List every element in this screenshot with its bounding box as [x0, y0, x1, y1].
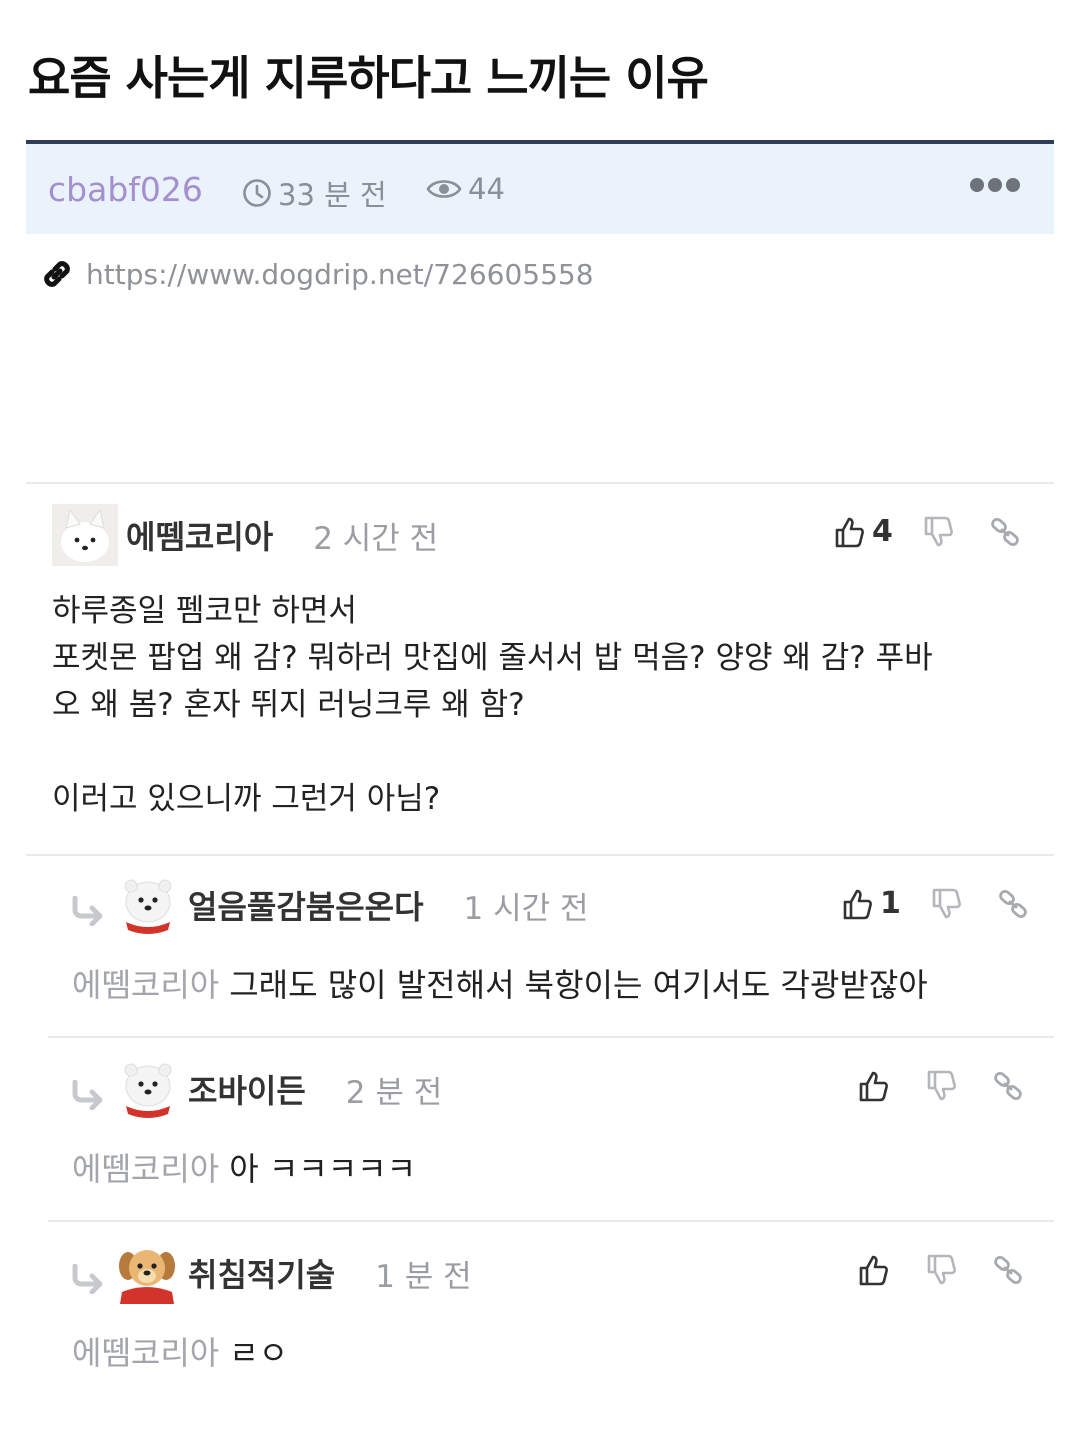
like-count: 1 — [880, 886, 901, 921]
thumbs-down-icon[interactable] — [923, 516, 953, 548]
reply-nickname[interactable]: 취침적기술 — [188, 1250, 335, 1296]
reply-actions — [858, 1254, 1024, 1286]
divider — [26, 854, 1054, 856]
comment-body: 하루종일 펨코만 하면서 포켓몬 팝업 왜 감? 뭐하러 맛집에 줄서서 밥 먹… — [52, 588, 933, 823]
thumbs-down-icon[interactable] — [931, 888, 961, 920]
comment-line: 포켓몬 팝업 왜 감? 뭐하러 맛집에 줄서서 밥 먹음? 양양 왜 감? 푸바 — [52, 640, 933, 676]
reply-text: 그래도 많이 발전해서 북항이는 여기서도 각광받잖아 — [229, 966, 928, 1004]
comment-line — [52, 729, 933, 776]
divider — [48, 1220, 1054, 1222]
post-meta-bar: cbabf026 33 분 전 44 — [26, 140, 1054, 234]
post-url[interactable]: https://www.dogdrip.net/726605558 — [86, 258, 594, 291]
reply-arrow-icon — [72, 1264, 103, 1294]
comment-actions: 4 — [834, 514, 1021, 549]
reply-arrow-icon — [72, 896, 103, 926]
eye-icon — [426, 180, 462, 198]
reply-time: 1 시간 전 — [463, 890, 589, 927]
link-icon — [44, 261, 70, 287]
comment-line: 하루종일 펨코만 하면서 — [52, 593, 357, 629]
reply-text: 아 ㅋㅋㅋㅋㅋ — [229, 1150, 417, 1188]
reply-mention[interactable]: 에뗌코리아 — [72, 1334, 219, 1372]
reply-mention[interactable]: 에뗌코리아 — [72, 966, 219, 1004]
reply-arrow-icon — [72, 1080, 103, 1110]
reply-time: 2 분 전 — [345, 1074, 443, 1111]
like-button[interactable]: 1 — [842, 886, 901, 921]
like-count: 4 — [872, 514, 893, 549]
reply-mention[interactable]: 에뗌코리아 — [72, 1150, 219, 1188]
divider — [48, 1036, 1054, 1038]
clock-icon — [243, 179, 271, 207]
avatar[interactable] — [114, 1058, 180, 1120]
avatar[interactable] — [114, 1242, 180, 1304]
divider — [26, 482, 1054, 484]
reply-time: 1 분 전 — [375, 1258, 472, 1295]
thumbs-up-icon — [859, 1255, 888, 1286]
post-author[interactable]: cbabf026 — [48, 170, 203, 209]
like-button[interactable] — [858, 1070, 896, 1102]
comment-line: 이러고 있으니까 그런거 아님? — [52, 781, 441, 817]
reply-nickname[interactable]: 조바이든 — [188, 1066, 306, 1112]
link-icon[interactable] — [997, 888, 1029, 920]
reply-body: 에뗌코리아 아 ㅋㅋㅋㅋㅋ — [72, 1144, 416, 1190]
comment-nickname[interactable]: 에뗌코리아 — [126, 512, 273, 558]
reply-body: 에뗌코리아 그래도 많이 발전해서 북항이는 여기서도 각광받잖아 — [72, 960, 928, 1006]
avatar[interactable] — [114, 874, 180, 936]
thumbs-up-icon — [843, 889, 872, 919]
post-time: 33 분 전 — [242, 172, 387, 214]
link-icon[interactable] — [992, 1070, 1024, 1102]
more-dots-icon[interactable] — [970, 178, 1020, 192]
post-time-text: 33 분 전 — [278, 178, 387, 212]
thumbs-up-icon — [859, 1071, 888, 1102]
comment-time: 2 시간 전 — [313, 520, 439, 557]
post-views: 44 — [426, 172, 505, 206]
like-button[interactable] — [858, 1254, 896, 1286]
thumbs-up-icon — [835, 517, 864, 547]
avatar[interactable] — [52, 504, 118, 566]
reply-body: 에뗌코리아 ㄹㅇ — [72, 1328, 288, 1374]
link-icon[interactable] — [992, 1254, 1024, 1286]
thumbs-down-icon[interactable] — [926, 1254, 956, 1286]
link-icon[interactable] — [989, 516, 1021, 548]
reply-actions — [858, 1070, 1024, 1102]
reply-text: ㄹㅇ — [229, 1334, 289, 1372]
reply-actions: 1 — [842, 886, 1029, 921]
post-title: 요즘 사는게 지루하다고 느끼는 이유 — [28, 51, 709, 105]
comment-line: 오 왜 봄? 혼자 뛰지 러닝크루 왜 함? — [52, 687, 525, 723]
reply-header: 얼음풀감붐은온다 1 시간 전 — [114, 874, 589, 936]
post-views-count: 44 — [468, 172, 505, 206]
like-button[interactable]: 4 — [834, 514, 893, 549]
post-link[interactable]: https://www.dogdrip.net/726605558 — [38, 255, 594, 293]
reply-nickname[interactable]: 얼음풀감붐은온다 — [188, 882, 424, 928]
reply-header: 조바이든 2 분 전 — [114, 1058, 442, 1120]
reply-header: 취침적기술 1 분 전 — [114, 1242, 472, 1304]
thumbs-down-icon[interactable] — [926, 1070, 956, 1102]
comment-header: 에뗌코리아 2 시간 전 — [52, 504, 438, 566]
